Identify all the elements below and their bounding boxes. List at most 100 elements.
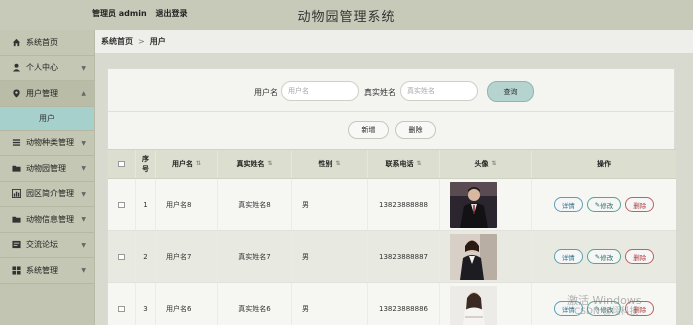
row-realname: 真实姓名7 — [218, 231, 292, 282]
sidebar-item-personal[interactable]: 个人中心 ▼ — [0, 55, 94, 81]
col-index: 序号 — [136, 150, 156, 178]
sidebar-item-label: 个人中心 — [26, 63, 58, 73]
col-ops: 操作 — [597, 160, 611, 168]
chevron-down-icon: ▼ — [81, 190, 86, 198]
search-button[interactable]: 查询 — [487, 81, 534, 102]
table-header: 序号 用户名 ⇅ 真实姓名 ⇅ 性别 ⇅ 联系电话 ⇅ 头像 ⇅ 操作 — [108, 149, 676, 179]
avatar — [450, 181, 497, 228]
realname-label: 真实姓名 — [364, 88, 396, 97]
detail-button[interactable]: 详情 — [553, 197, 583, 212]
breadcrumb: 系统首页 > 用户 — [95, 30, 693, 54]
sidebar-item-zoo[interactable]: 动物园管理 ▼ — [0, 156, 94, 182]
sidebar-item-home[interactable]: 系统首页 — [0, 30, 94, 56]
detail-button[interactable]: 详情 — [553, 249, 583, 264]
sidebar-item-label: 动物信息管理 — [26, 214, 74, 224]
sidebar: 系统首页 个人中心 ▼ 用户管理 ▲ 用户 动物种类管理 ▼ 动物园管理 ▼ 园… — [0, 30, 95, 325]
grid-icon — [12, 266, 21, 275]
row-ops-cell: 详情 ✎ 修改 删除 — [532, 231, 676, 282]
row-phone: 13823888886 — [368, 283, 440, 325]
sidebar-item-label: 动物种类管理 — [26, 138, 74, 148]
delete-button[interactable]: 删除 — [625, 249, 655, 264]
breadcrumb-home[interactable]: 系统首页 — [101, 36, 133, 47]
sidebar-item-label: 系统首页 — [26, 37, 58, 47]
select-all-checkbox[interactable] — [118, 161, 125, 167]
row-username: 用户名8 — [156, 179, 218, 230]
sidebar-item-animal-info[interactable]: 动物信息管理 ▼ — [0, 207, 94, 233]
forum-icon — [12, 240, 21, 249]
sidebar-item-label: 动物园管理 — [26, 163, 66, 173]
sidebar-item-animal-category[interactable]: 动物种类管理 ▼ — [0, 130, 94, 156]
realname-search-input[interactable] — [400, 81, 478, 101]
sort-icon: ⇅ — [335, 160, 341, 167]
sidebar-item-label: 用户管理 — [26, 88, 58, 98]
row-username: 用户名6 — [156, 283, 218, 325]
user-table: 序号 用户名 ⇅ 真实姓名 ⇅ 性别 ⇅ 联系电话 ⇅ 头像 ⇅ 操作 1 用户… — [108, 149, 676, 325]
row-select-cell — [108, 283, 136, 325]
row-select-cell — [108, 179, 136, 230]
home-icon — [12, 38, 21, 47]
user-icon — [12, 63, 21, 72]
detail-button[interactable]: 详情 — [553, 301, 583, 316]
col-realname[interactable]: 真实姓名 ⇅ — [218, 150, 292, 178]
chevron-down-icon: ▼ — [81, 139, 86, 147]
col-realname-label: 真实姓名 — [236, 160, 265, 168]
add-button[interactable]: 新增 — [348, 121, 389, 139]
search-form: 用户名 真实姓名 查询 — [108, 81, 676, 103]
row-checkbox[interactable] — [118, 305, 125, 312]
chevron-down-icon: ▼ — [81, 216, 86, 223]
row-index: 1 — [136, 179, 156, 230]
col-username[interactable]: 用户名 ⇅ — [156, 150, 218, 178]
row-avatar-cell — [440, 283, 532, 325]
sidebar-item-park-intro[interactable]: 园区简介管理 ▼ — [0, 181, 94, 207]
row-checkbox[interactable] — [118, 253, 125, 260]
row-phone: 13823888887 — [368, 231, 440, 282]
row-ops-cell: 详情 ✎ 修改 删除 — [532, 179, 676, 230]
folder-icon — [12, 164, 21, 173]
sidebar-item-label: 交流论坛 — [26, 240, 58, 250]
breadcrumb-current: 用户 — [149, 37, 166, 46]
location-icon — [12, 89, 21, 98]
row-username: 用户名7 — [156, 231, 218, 282]
table-row: 2 用户名7 真实姓名7 男 13823888887 详情 ✎ 修改 删除 — [108, 231, 676, 283]
list-icon — [12, 138, 21, 147]
sidebar-subitem-user[interactable]: 用户 — [0, 106, 94, 131]
table-row: 3 用户名6 真实姓名6 男 13823888886 详情 ✎ 修改 删除 — [108, 283, 676, 325]
row-realname: 真实姓名6 — [218, 283, 292, 325]
username-search-input[interactable] — [281, 81, 359, 101]
row-gender: 男 — [292, 231, 368, 282]
batch-delete-button[interactable]: 删除 — [395, 121, 436, 139]
row-realname: 真实姓名8 — [218, 179, 292, 230]
breadcrumb-separator: > — [138, 37, 145, 46]
sort-icon: ⇅ — [195, 160, 202, 167]
table-row: 1 用户名8 真实姓名8 男 13823888888 详情 ✎ 修改 删除 — [108, 179, 676, 231]
row-checkbox[interactable] — [118, 201, 125, 208]
edit-button[interactable]: ✎ 修改 — [586, 301, 622, 316]
edit-label: 修改 — [600, 305, 614, 314]
top-bar: 管理员 admin 退出登录 动物园管理系统 — [0, 0, 693, 30]
avatar — [450, 233, 497, 280]
sidebar-item-label: 园区简介管理 — [26, 189, 74, 199]
sidebar-item-user-management[interactable]: 用户管理 ▲ — [0, 81, 94, 107]
delete-button[interactable]: 删除 — [625, 197, 655, 212]
sidebar-item-forum[interactable]: 交流论坛 ▼ — [0, 232, 94, 258]
row-gender: 男 — [292, 179, 368, 230]
select-all-cell — [108, 150, 136, 178]
row-phone: 13823888888 — [368, 179, 440, 230]
edit-button[interactable]: ✎ 修改 — [586, 249, 622, 264]
delete-button[interactable]: 删除 — [625, 301, 655, 316]
sidebar-item-system[interactable]: 系统管理 ▼ — [0, 258, 94, 284]
sidebar-item-label: 系统管理 — [26, 265, 58, 275]
edit-label: 修改 — [600, 253, 614, 262]
row-gender: 男 — [292, 283, 368, 325]
col-phone-label: 联系电话 — [385, 160, 414, 168]
avatar — [450, 285, 497, 325]
username-label: 用户名 — [254, 88, 278, 97]
col-avatar[interactable]: 头像 ⇅ — [440, 150, 532, 178]
col-phone[interactable]: 联系电话 ⇅ — [368, 150, 440, 178]
row-ops-cell: 详情 ✎ 修改 删除 — [532, 283, 676, 325]
edit-label: 修改 — [600, 201, 614, 210]
edit-button[interactable]: ✎ 修改 — [586, 197, 622, 212]
row-index: 3 — [136, 283, 156, 325]
col-gender[interactable]: 性别 ⇅ — [292, 150, 368, 178]
folder-icon — [12, 215, 21, 224]
